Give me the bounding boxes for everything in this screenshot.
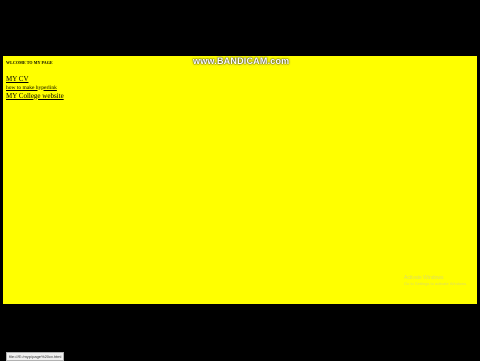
recording-watermark: www.BANDICAM.com bbox=[193, 56, 289, 66]
link-my-cv[interactable]: MY CV bbox=[6, 75, 64, 84]
page-title: WLCOME TO MY PAGE bbox=[6, 60, 53, 65]
activation-subtitle: Go to Settings to activate Windows. bbox=[404, 281, 468, 286]
watermark-brand: BANDICAM bbox=[216, 56, 268, 66]
video-frame: WLCOME TO MY PAGE MY CV how to make hype… bbox=[0, 0, 480, 361]
watermark-suffix: .com bbox=[267, 56, 290, 66]
browser-page: WLCOME TO MY PAGE MY CV how to make hype… bbox=[3, 56, 477, 361]
windows-activation-notice: Activate Windows Go to Settings to activ… bbox=[404, 275, 467, 287]
watermark-prefix: www. bbox=[193, 56, 217, 66]
link-my-college-website[interactable]: MY College website bbox=[6, 92, 64, 101]
link-how-to-make-hyperlink[interactable]: how to make hyperlink bbox=[6, 84, 64, 92]
link-list: MY CV how to make hyperlink MY College w… bbox=[6, 75, 64, 100]
